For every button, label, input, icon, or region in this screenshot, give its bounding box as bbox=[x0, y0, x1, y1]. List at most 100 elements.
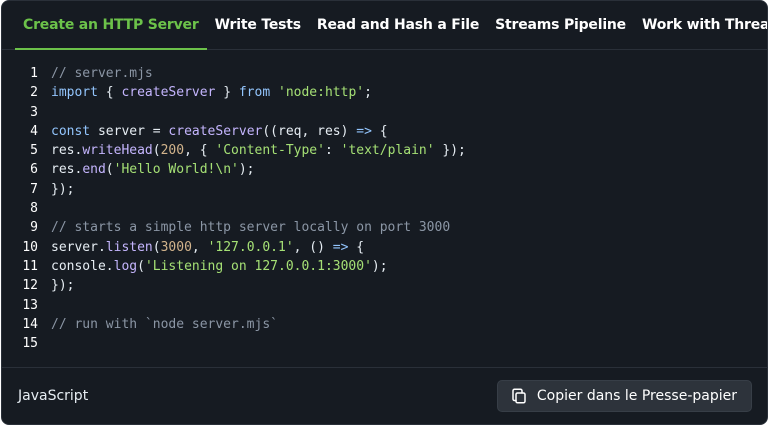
line-number: 7 bbox=[30, 181, 38, 197]
code-token-plain: server = bbox=[90, 123, 169, 139]
code-line: 15 bbox=[2, 334, 767, 353]
code-token-plain: , { bbox=[184, 143, 216, 159]
code-token-plain: ((req, res) bbox=[262, 123, 357, 139]
code-line: 2 import { createServer } from 'node:http… bbox=[2, 83, 767, 102]
code-token-keyword: import bbox=[51, 85, 98, 101]
line-number: 8 bbox=[30, 201, 38, 217]
code-token-plain: ); bbox=[371, 258, 388, 274]
code-text: // server.mjs bbox=[51, 64, 153, 83]
code-token-string: 'node:http' bbox=[278, 85, 365, 101]
code-token-fn: listen bbox=[105, 239, 153, 255]
code-text: // run with `node server.mjs` bbox=[51, 315, 278, 334]
copy-button-label: Copier dans le Presse-papier bbox=[536, 388, 737, 404]
code-token-plain: server. bbox=[51, 239, 106, 255]
code-text: }); bbox=[51, 180, 74, 199]
code-text: res.writeHead(200, { 'Content-Type': 'te… bbox=[51, 141, 466, 160]
code-token-string: 'Hello World!\n' bbox=[113, 162, 239, 178]
example-tabs: Create an HTTP Server Write Tests Read a… bbox=[2, 1, 767, 50]
line-number: 6 bbox=[30, 162, 38, 178]
code-token-string: 'text/plain' bbox=[340, 143, 435, 159]
code-token-comment: // run with `node server.mjs` bbox=[51, 316, 278, 332]
code-line: 3 bbox=[2, 103, 767, 122]
tab-work-with-threads[interactable]: Work with Threads bbox=[634, 1, 767, 49]
line-number: 1 bbox=[30, 66, 38, 81]
code-token-number: 3000 bbox=[160, 239, 192, 255]
code-line: 6 res.end('Hello World!\n'); bbox=[2, 160, 767, 179]
code-token-plain: }); bbox=[51, 278, 75, 294]
line-number: 3 bbox=[30, 104, 38, 120]
code-token-plain: : bbox=[324, 143, 341, 159]
line-number: 10 bbox=[22, 239, 38, 255]
code-token-string: '127.0.0.1' bbox=[207, 239, 294, 255]
code-text: console.log('Listening on 127.0.0.1:3000… bbox=[51, 257, 388, 276]
code-token-plain: console. bbox=[51, 258, 114, 274]
code-line: 14 // run with `node server.mjs` bbox=[2, 315, 767, 334]
line-number: 5 bbox=[30, 143, 38, 159]
code-token-comment: // starts a simple http server locally o… bbox=[51, 220, 451, 236]
code-text: server.listen(3000, '127.0.0.1', () => { bbox=[51, 238, 364, 257]
code-sample-panel: Create an HTTP Server Write Tests Read a… bbox=[1, 0, 768, 425]
code-line: 11 console.log('Listening on 127.0.0.1:30… bbox=[2, 257, 767, 276]
tab-streams-pipeline[interactable]: Streams Pipeline bbox=[487, 1, 634, 49]
code-block: 1 // server.mjs 2 import { createServer } f… bbox=[2, 64, 767, 353]
code-token-fn: log bbox=[113, 258, 138, 274]
code-line: 8 bbox=[2, 199, 767, 218]
language-label: JavaScript bbox=[18, 388, 89, 404]
code-token-fn: createServer bbox=[168, 123, 263, 139]
code-token-fn: createServer bbox=[121, 85, 216, 101]
code-line: 9 // starts a simple http server locally … bbox=[2, 218, 767, 237]
code-token-plain: res. bbox=[51, 143, 83, 159]
code-token-plain: ( bbox=[105, 162, 114, 178]
code-token-keyword: const bbox=[51, 123, 91, 139]
code-token-plain: ; bbox=[364, 85, 372, 101]
line-number: 2 bbox=[30, 85, 38, 101]
code-line: 1 // server.mjs bbox=[2, 64, 767, 83]
code-token-plain: }); bbox=[434, 143, 466, 159]
code-token-keyword: from bbox=[238, 85, 271, 101]
line-number: 4 bbox=[30, 123, 38, 139]
code-text: }); bbox=[51, 276, 74, 295]
code-token-comment: // server.mjs bbox=[51, 66, 153, 81]
code-token-fn: end bbox=[82, 162, 106, 178]
line-number: 15 bbox=[22, 336, 38, 352]
code-token-plain: { bbox=[97, 85, 122, 101]
line-number: 14 bbox=[22, 316, 38, 332]
code-token-plain: } bbox=[215, 85, 239, 101]
code-token-plain: }); bbox=[51, 181, 75, 197]
line-number: 13 bbox=[22, 297, 38, 313]
code-footer: JavaScript Copier dans le Presse-papier bbox=[2, 367, 767, 424]
code-line: 10 server.listen(3000, '127.0.0.1', () =>… bbox=[2, 238, 767, 257]
code-text: const server = createServer((req, res) =… bbox=[51, 122, 388, 141]
code-token-plain: ( bbox=[152, 143, 161, 159]
code-token-plain: ( bbox=[137, 258, 145, 274]
code-token-plain: ); bbox=[238, 162, 255, 178]
code-text: res.end('Hello World!\n'); bbox=[51, 160, 255, 179]
line-number: 12 bbox=[22, 278, 38, 294]
code-token-string: 'Listening on 127.0.0.1:3000' bbox=[144, 258, 372, 274]
copy-icon bbox=[510, 387, 528, 405]
code-line: 13 bbox=[2, 296, 767, 315]
code-token-plain: { bbox=[348, 239, 365, 255]
code-line: 7}); bbox=[2, 180, 767, 199]
code-line: 12}); bbox=[2, 276, 767, 295]
code-token-plain: res. bbox=[51, 162, 83, 178]
code-token-plain: , () bbox=[293, 239, 333, 255]
tab-read-and-hash-file[interactable]: Read and Hash a File bbox=[309, 1, 487, 49]
code-line: 5 res.writeHead(200, { 'Content-Type': 't… bbox=[2, 141, 767, 160]
code-token-number: 200 bbox=[160, 143, 185, 159]
code-token-string: 'Content-Type' bbox=[215, 143, 325, 159]
code-token-plain: ( bbox=[152, 239, 161, 255]
line-number: 11 bbox=[22, 258, 38, 274]
tab-create-http-server[interactable]: Create an HTTP Server bbox=[15, 1, 207, 50]
tab-write-tests[interactable]: Write Tests bbox=[207, 1, 309, 49]
code-token-plain: , bbox=[191, 239, 208, 255]
code-text: // starts a simple http server locally o… bbox=[51, 218, 450, 237]
code-token-keyword: => bbox=[356, 123, 372, 139]
code-token-plain: { bbox=[371, 123, 388, 139]
copy-to-clipboard-button[interactable]: Copier dans le Presse-papier bbox=[496, 380, 752, 412]
line-number: 9 bbox=[30, 220, 38, 236]
code-line: 4 const server = createServer((req, res) … bbox=[2, 122, 767, 141]
code-text: import { createServer } from 'node:http'… bbox=[51, 83, 372, 102]
code-token-keyword: => bbox=[332, 239, 349, 255]
